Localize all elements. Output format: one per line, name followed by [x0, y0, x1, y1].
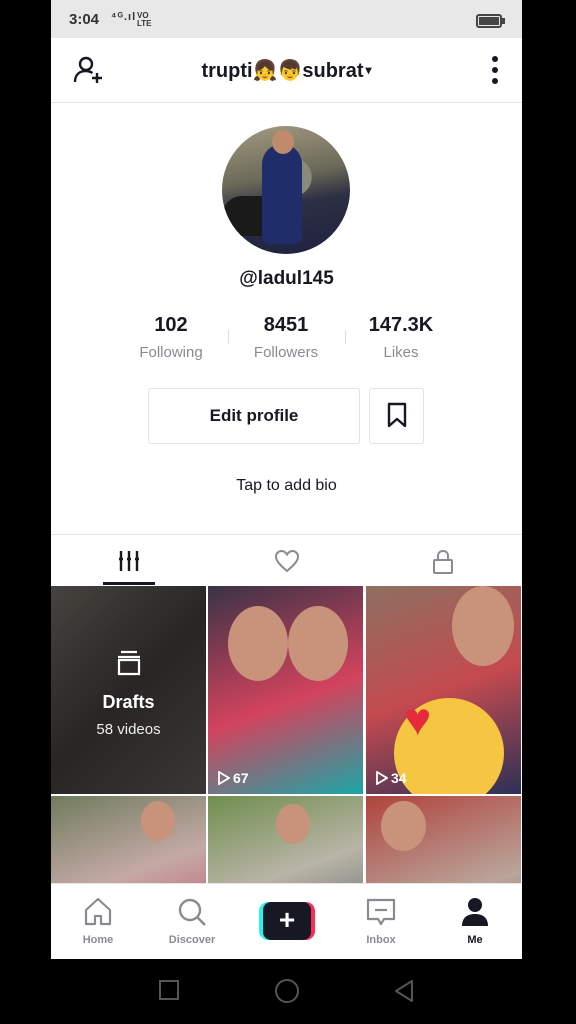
person-icon — [462, 898, 488, 926]
tab-private[interactable] — [365, 535, 522, 586]
play-icon — [218, 770, 231, 786]
drafts-tile[interactable]: Drafts 58 videos — [51, 586, 206, 794]
battery-icon — [476, 14, 505, 28]
nav-me-label: Me — [467, 934, 483, 946]
plus-icon: + — [263, 902, 311, 940]
account-switcher[interactable]: trupti👧👦subrat ▾ — [51, 58, 522, 83]
tab-videos[interactable] — [51, 535, 208, 586]
stat-divider — [228, 330, 229, 344]
bottom-nav: Home Discover + Inbox Me — [51, 883, 522, 959]
drafts-icon — [117, 650, 141, 676]
back-icon[interactable] — [393, 979, 415, 1003]
view-count: 67 — [218, 770, 249, 786]
status-bar: 3:04 ⁴ᴳ.ıl VO LTE — [51, 0, 522, 38]
home-button-icon[interactable] — [274, 978, 300, 1004]
username: @ladul145 — [239, 268, 334, 289]
nav-discover[interactable]: Discover — [145, 884, 239, 959]
more-options-icon[interactable] — [490, 55, 500, 85]
likes-count: 147.3K — [368, 314, 434, 336]
following-label: Following — [139, 344, 203, 361]
content-tabs — [51, 534, 522, 586]
recents-icon[interactable] — [158, 979, 180, 1001]
avatar[interactable] — [222, 126, 350, 254]
account-name: trupti👧👦subrat — [201, 60, 364, 82]
edit-profile-button[interactable]: Edit profile — [148, 388, 360, 444]
volte-indicator: VO LTE — [137, 11, 152, 28]
likes-label: Likes — [383, 344, 419, 361]
play-icon — [376, 770, 389, 786]
inbox-icon — [366, 898, 396, 926]
status-time: 3:04 — [69, 11, 100, 28]
nav-inbox[interactable]: Inbox — [334, 884, 428, 959]
phone-screen: 3:04 ⁴ᴳ.ıl VO LTE trupti👧👦subrat ▾ @ladul… — [51, 0, 522, 959]
drafts-count: 58 videos — [96, 721, 161, 738]
nav-inbox-label: Inbox — [366, 934, 396, 946]
following-count: 102 — [154, 314, 188, 336]
system-nav-bar — [0, 959, 576, 1024]
chevron-down-icon: ▾ — [365, 63, 372, 77]
heart-icon — [274, 549, 300, 573]
signal-icon: ⁴ᴳ.ıl — [111, 11, 137, 23]
video-thumbnail[interactable]: ♥ 34 — [366, 586, 521, 794]
video-grid: Drafts 58 videos 67 ♥ 34 — [51, 586, 522, 959]
active-tab-indicator — [103, 582, 155, 585]
view-count: 34 — [376, 770, 407, 786]
stat-following[interactable]: 102 Following — [116, 314, 226, 361]
followers-count: 8451 — [263, 314, 309, 336]
emoji-sticker: ♥ — [394, 693, 504, 794]
stat-followers[interactable]: 8451 Followers — [231, 314, 341, 361]
stat-likes[interactable]: 147.3K Likes — [346, 314, 456, 361]
drafts-title: Drafts — [102, 692, 155, 712]
bio-prompt[interactable]: Tap to add bio — [51, 477, 522, 495]
profile-header: trupti👧👦subrat ▾ — [51, 38, 522, 103]
search-icon — [178, 898, 206, 926]
nav-discover-label: Discover — [168, 934, 216, 946]
lock-icon — [433, 549, 453, 574]
home-icon — [84, 897, 112, 926]
nav-home-label: Home — [82, 934, 114, 946]
bookmark-icon — [387, 402, 406, 427]
favorites-button[interactable] — [369, 388, 424, 444]
followers-label: Followers — [253, 344, 319, 361]
create-button[interactable]: + — [259, 902, 315, 940]
grid-icon — [119, 551, 139, 571]
nav-me[interactable]: Me — [428, 884, 522, 959]
nav-home[interactable]: Home — [51, 884, 145, 959]
tab-liked[interactable] — [208, 535, 365, 586]
video-thumbnail[interactable]: 67 — [208, 586, 363, 794]
